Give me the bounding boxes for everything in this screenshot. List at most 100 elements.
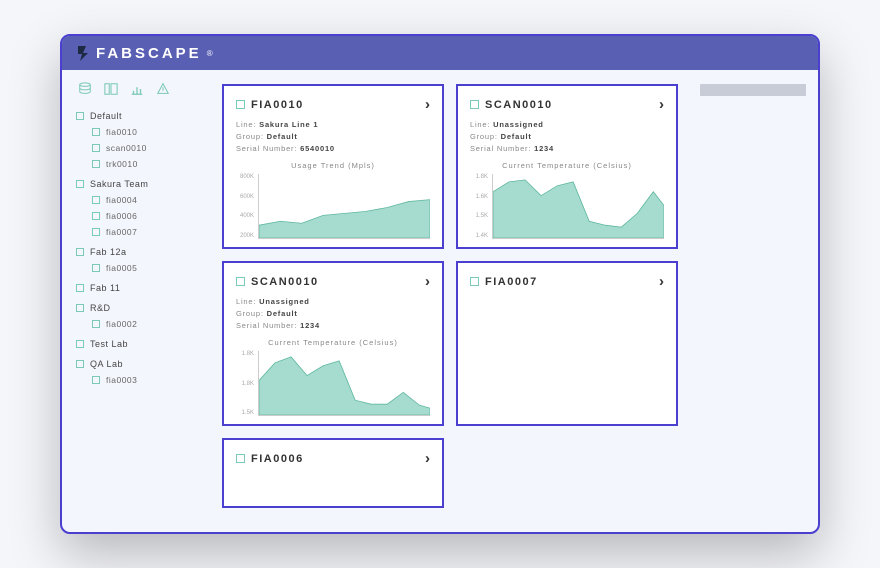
card-header: FIA0006› [236,450,430,467]
device-tree: Defaultfia0010 scan0010 trk0010 Sakura Team… [76,108,204,388]
tree-group-header[interactable]: Fab 12a [76,244,204,260]
plot-area [258,174,430,239]
checkbox-icon[interactable] [76,248,84,256]
chevron-right-icon[interactable]: › [425,96,430,113]
meta-line-label: Line: [470,120,490,129]
alert-icon[interactable] [156,82,170,96]
card-header: SCAN0010› [470,96,664,113]
checkbox-icon[interactable] [76,304,84,312]
meta-group-label: Group: [236,309,264,318]
tree-item[interactable]: fia0006 [76,208,204,224]
tree-group-label: R&D [90,303,111,313]
device-card[interactable]: SCAN0010›Line: UnassignedGroup: DefaultS… [456,84,678,249]
checkbox-icon[interactable] [76,180,84,188]
tree-item-label: fia0005 [106,263,137,273]
device-card[interactable]: FIA0007› [456,261,678,426]
tree-group-header[interactable]: Test Lab [76,336,204,352]
checkbox-icon[interactable] [76,360,84,368]
tree-item[interactable]: trk0010 [76,156,204,172]
chevron-right-icon[interactable]: › [425,273,430,290]
device-card[interactable]: SCAN0010›Line: UnassignedGroup: DefaultS… [222,261,444,426]
checkbox-icon[interactable] [76,340,84,348]
y-tick: 1.5K [470,213,488,219]
y-tick: 1.8K [236,381,254,387]
card-meta: Line: Sakura Line 1Group: DefaultSerial … [236,119,430,155]
chevron-right-icon[interactable]: › [425,450,430,467]
checkbox-icon[interactable] [92,228,100,236]
checkbox-icon[interactable] [92,160,100,168]
tree-group: Fab 12a fia0005 [76,244,204,276]
tree-item[interactable]: fia0005 [76,260,204,276]
card-title: FIA0010 [251,99,419,111]
meta-serial-value: 6540010 [300,144,335,153]
checkbox-icon[interactable] [92,212,100,220]
checkbox-icon[interactable] [470,100,479,109]
meta-group-label: Group: [236,132,264,141]
meta-serial-value: 1234 [300,321,320,330]
checkbox-icon[interactable] [92,320,100,328]
checkbox-icon[interactable] [92,376,100,384]
tree-group-label: Sakura Team [90,179,148,189]
checkbox-icon[interactable] [76,112,84,120]
meta-serial-label: Serial Number: [470,144,531,153]
meta-line-value: Unassigned [259,297,310,306]
meta-line-value: Sakura Line 1 [259,120,318,129]
tree-item[interactable]: fia0002 [76,316,204,332]
checkbox-icon[interactable] [236,277,245,286]
tree-group-header[interactable]: Fab 11 [76,280,204,296]
y-axis: 800K600K400K200K [236,174,258,239]
tree-item[interactable]: fia0010 [76,124,204,140]
chevron-right-icon[interactable]: › [659,273,664,290]
checkbox-icon[interactable] [236,454,245,463]
checkbox-icon[interactable] [236,100,245,109]
checkbox-icon[interactable] [92,128,100,136]
tree-group-label: Fab 11 [90,283,120,293]
y-tick: 1.8K [236,351,254,357]
panels-icon[interactable] [104,82,118,96]
device-card[interactable]: FIA0006› [222,438,444,508]
tree-group-header[interactable]: QA Lab [76,356,204,372]
device-card[interactable]: FIA0010›Line: Sakura Line 1Group: Defaul… [222,84,444,249]
checkbox-icon[interactable] [76,284,84,292]
chart-icon[interactable] [130,82,144,96]
checkbox-icon[interactable] [92,196,100,204]
plot-area [492,174,664,239]
meta-serial-value: 1234 [534,144,554,153]
tree-group-header[interactable]: Default [76,108,204,124]
tree-item-label: trk0010 [106,159,138,169]
plot-area [258,351,430,416]
brand-name: FABSCAPE [96,45,202,62]
tree-item[interactable]: fia0004 [76,192,204,208]
meta-serial-label: Serial Number: [236,321,297,330]
brand-registered: ® [207,49,213,58]
meta-group-value: Default [267,309,298,318]
tree-item-label: fia0004 [106,195,137,205]
checkbox-icon[interactable] [92,144,100,152]
tree-group: Test Lab [76,336,204,352]
tree-group-header[interactable]: R&D [76,300,204,316]
tree-group: Fab 11 [76,280,204,296]
chart: 800K600K400K200K [236,174,430,239]
y-tick: 1.8K [470,174,488,180]
chevron-right-icon[interactable]: › [659,96,664,113]
meta-group-label: Group: [470,132,498,141]
tree-item-label: fia0003 [106,375,137,385]
tree-item[interactable]: fia0003 [76,372,204,388]
sidebar-toolbar [76,82,204,108]
checkbox-icon[interactable] [470,277,479,286]
chart: 1.8K1.8K1.5K [236,351,430,416]
chart-title: Current Temperature (Celsius) [470,161,664,170]
right-panel [688,70,818,532]
tree-item[interactable]: fia0007 [76,224,204,240]
y-tick: 600K [236,194,254,200]
y-tick: 1.4K [470,233,488,239]
tree-group-header[interactable]: Sakura Team [76,176,204,192]
checkbox-icon[interactable] [92,264,100,272]
y-axis: 1.8K1.6K1.5K1.4K [470,174,492,239]
database-icon[interactable] [78,82,92,96]
tree-item-label: scan0010 [106,143,147,153]
tree-group: Sakura Team fia0004 fia0006fia0007 [76,176,204,240]
tree-item[interactable]: scan0010 [76,140,204,156]
chart-title: Usage Trend (Mpls) [236,161,430,170]
sidebar: Defaultfia0010 scan0010 trk0010 Sakura Team… [62,70,212,532]
